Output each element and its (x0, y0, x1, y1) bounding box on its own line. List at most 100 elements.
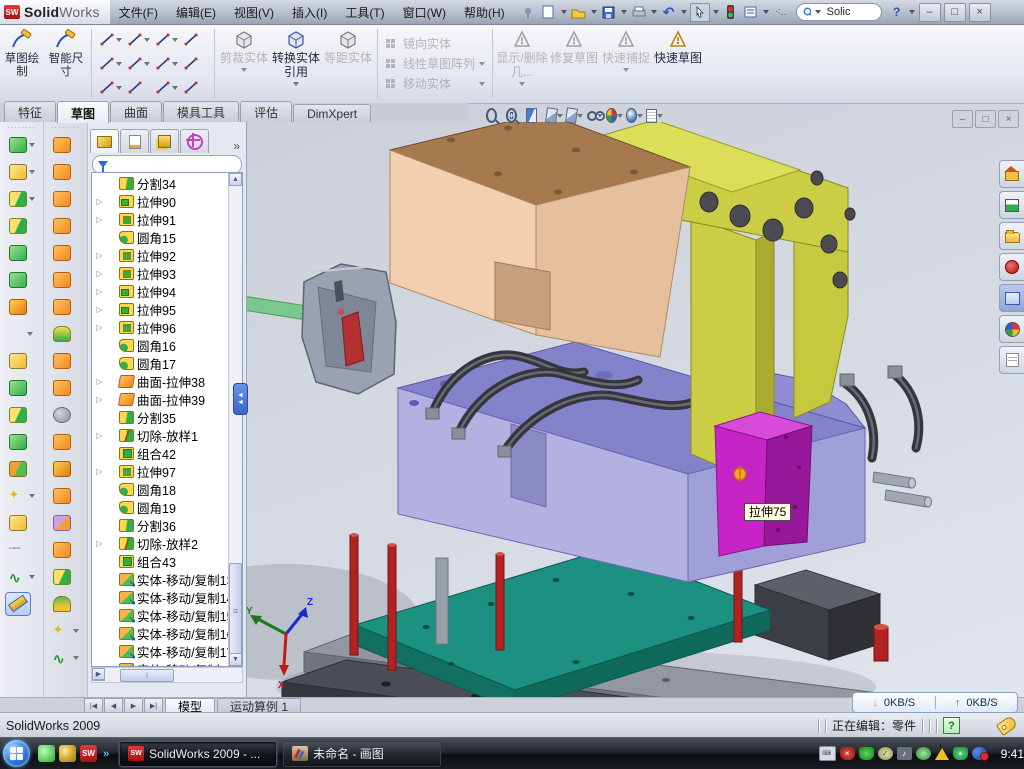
menu-item[interactable]: 帮助(H) (455, 4, 514, 21)
quick-tips-icon[interactable]: ? (943, 717, 960, 734)
circle-icon[interactable] (128, 32, 143, 47)
dropdown-caret-icon[interactable] (144, 38, 150, 42)
search-input[interactable] (825, 5, 875, 19)
hud-icon[interactable] (506, 107, 523, 124)
feature-tree-item[interactable]: ▷ 拉伸91 (92, 210, 229, 228)
tree-horizontal-scrollbar[interactable]: ◀ ▶ (91, 667, 243, 683)
ellipse-icon[interactable] (156, 56, 171, 71)
quicklaunch-solidworks-icon[interactable]: SW (80, 745, 97, 762)
arc-icon[interactable] (128, 56, 143, 71)
spline-icon[interactable] (156, 32, 171, 47)
dropdown-caret-icon[interactable] (617, 114, 623, 118)
expander-icon[interactable]: ▷ (95, 251, 104, 260)
menu-item[interactable]: 窗口(W) (394, 4, 455, 21)
toolbar-feature-icon[interactable] (44, 158, 87, 185)
hud-icon[interactable] (486, 107, 503, 124)
expander-icon[interactable]: ▷ (95, 269, 104, 278)
expander-icon[interactable]: ▷ (95, 305, 104, 314)
dropdown-caret-icon[interactable] (172, 86, 178, 90)
hud-icon[interactable] (566, 107, 583, 124)
hud-icon[interactable] (626, 107, 643, 124)
toolbar-feature-icon[interactable] (0, 158, 43, 185)
expander-icon[interactable]: ▷ (95, 467, 104, 476)
point-icon[interactable] (184, 80, 199, 95)
part-top-clamp-plate[interactable] (390, 122, 690, 357)
feature-tree-item[interactable]: ▷ 切除-放样2 (92, 534, 229, 552)
feature-tree-item[interactable]: ▷ 拉伸96 (92, 318, 229, 336)
home-icon[interactable] (999, 160, 1024, 188)
part-gray-pegs[interactable] (873, 472, 932, 507)
security-tray-icon[interactable] (859, 747, 874, 760)
toolbar-feature-icon[interactable] (0, 266, 43, 293)
expander-icon[interactable]: ▷ (95, 287, 104, 296)
panel-chevron[interactable]: » (233, 139, 244, 153)
toolbar-feature-icon[interactable] (44, 347, 87, 374)
select-box-icon[interactable] (184, 32, 199, 47)
feature-tree-item[interactable]: ▷ 曲面-拉伸38 (92, 372, 229, 390)
toolbar-feature-icon[interactable] (44, 239, 87, 266)
start-button[interactable] (3, 740, 30, 767)
line-icon[interactable] (100, 32, 115, 47)
help-icon[interactable]: ? (888, 4, 906, 21)
feature-tree-item[interactable]: ▷ 拉伸97 (92, 462, 229, 480)
quicklaunch-messenger-icon[interactable] (38, 745, 55, 762)
ribbon-button[interactable]: 快速捕捉 (600, 24, 652, 103)
toolbar-feature-icon[interactable] (44, 401, 87, 428)
last-tab-button[interactable]: ▶| (144, 698, 163, 713)
ribbon-button[interactable]: 修复草图 (548, 24, 600, 103)
feature-tree-item[interactable]: ▷ 拉伸92 (92, 246, 229, 264)
ribbon-row-button[interactable]: 线性草图阵列 (385, 55, 485, 72)
propertymanager-tab[interactable] (120, 129, 149, 153)
panel-splitter-handle[interactable]: ◄◄ (233, 383, 248, 415)
dropdown-caret-icon[interactable] (73, 656, 79, 660)
new-caret-icon[interactable] (561, 10, 567, 14)
doc-close-button[interactable]: × (998, 110, 1019, 128)
toolbar-feature-icon[interactable] (44, 185, 87, 212)
toolbar-feature-icon[interactable] (44, 509, 87, 536)
command-tab[interactable]: DimXpert (293, 104, 371, 122)
expander-icon[interactable]: ▷ (95, 539, 104, 548)
sync-tray-icon[interactable] (972, 747, 987, 760)
dropdown-caret-icon[interactable] (29, 170, 35, 174)
dropdown-caret-icon[interactable] (479, 82, 485, 86)
dropdown-caret-icon[interactable] (116, 86, 122, 90)
slot-icon[interactable] (100, 80, 115, 95)
configurationmanager-tab[interactable] (150, 129, 179, 153)
feature-tree-item[interactable]: ▷ 切除-放样1 (92, 426, 229, 444)
design-library-icon[interactable] (999, 222, 1024, 250)
dropdown-caret-icon[interactable] (116, 38, 122, 42)
featuremanager-tab[interactable] (90, 129, 119, 153)
badge-tray-icon[interactable]: ✓ (878, 747, 893, 760)
next-tab-button[interactable]: ▶ (124, 698, 143, 713)
tree-vertical-scrollbar[interactable]: ▲ ▼ (228, 173, 242, 666)
dropdown-caret-icon[interactable] (557, 114, 563, 118)
toolbar-feature-icon[interactable] (44, 374, 87, 401)
feature-tree-item[interactable]: ▷ 圆角17 (92, 354, 229, 372)
ribbon-big-button[interactable]: 智能尺寸 (44, 24, 88, 103)
toolbar-feature-icon[interactable] (0, 347, 43, 374)
graphics-viewport[interactable]: Y Z X –□× 拉伸75 (246, 103, 1024, 697)
print-icon[interactable] (630, 4, 648, 21)
window-close-button[interactable]: × (969, 3, 991, 22)
expander-icon[interactable]: ▷ (95, 395, 104, 404)
update-tray-icon[interactable] (916, 747, 931, 760)
toolbar-feature-icon[interactable] (0, 212, 43, 239)
select-caret-icon[interactable] (713, 10, 719, 14)
hud-icon[interactable] (526, 107, 543, 124)
pin-icon[interactable] (520, 4, 538, 21)
dropdown-caret-icon[interactable] (73, 629, 79, 633)
toolbar-overflow-icon[interactable]: ⁖.. (772, 4, 790, 21)
audio-tray-icon[interactable]: ♪ (897, 747, 912, 760)
feature-tree-item[interactable]: ▷ 拉伸93 (92, 264, 229, 282)
feature-tree-item[interactable]: ▷ 分割35 (92, 408, 229, 426)
toolbar-feature-icon[interactable] (0, 401, 43, 428)
dropdown-caret-icon[interactable] (27, 332, 33, 336)
help-caret-icon[interactable] (909, 10, 915, 14)
feature-tree-item[interactable]: ▷ 实体-移动/复制13 (92, 570, 229, 588)
toolbar-feature-icon[interactable] (44, 320, 87, 347)
feature-tree-item[interactable]: ▷ 实体-移动/复制14 (92, 588, 229, 606)
toolbar-feature-icon[interactable] (0, 374, 43, 401)
toolbox-icon[interactable] (999, 253, 1024, 281)
options-caret-icon[interactable] (763, 10, 769, 14)
toolbar-feature-icon[interactable] (44, 536, 87, 563)
